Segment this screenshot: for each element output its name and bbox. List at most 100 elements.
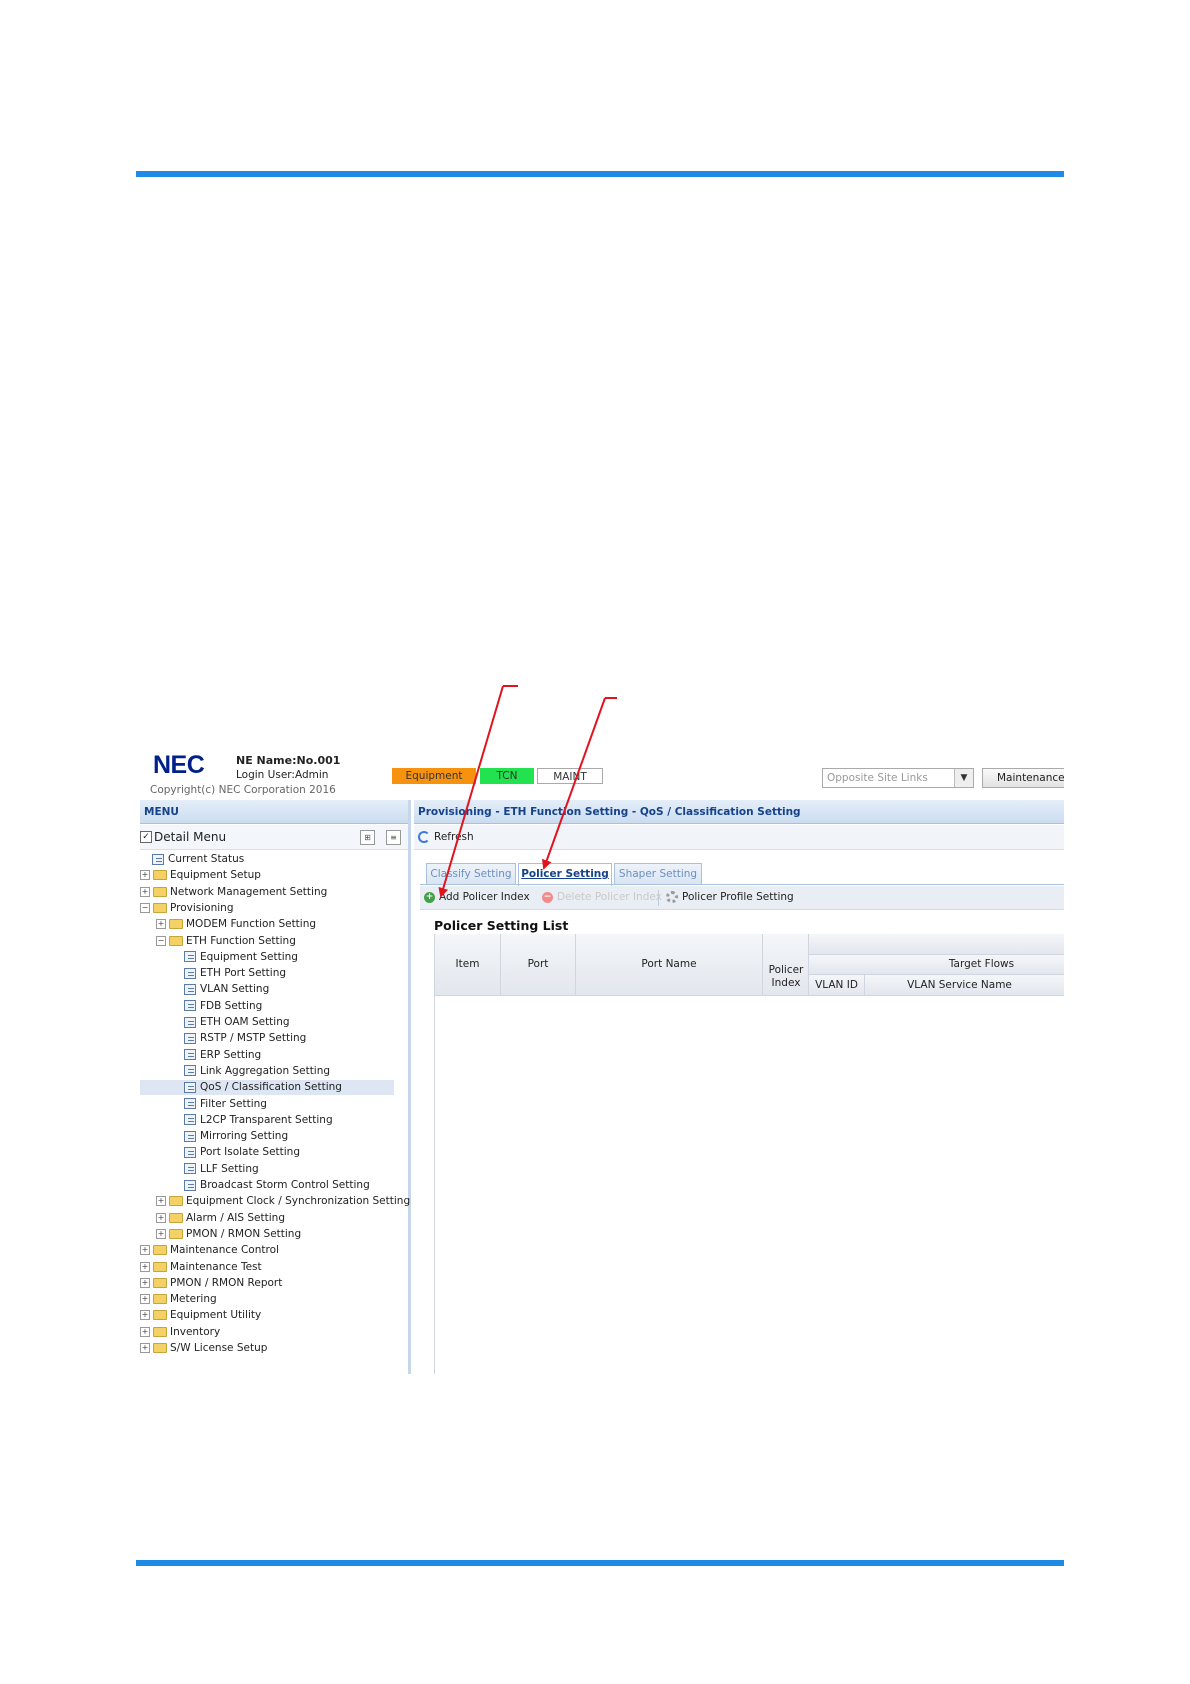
menu-item-label: Current Status <box>168 853 245 865</box>
page-icon <box>184 1098 196 1109</box>
column-target-flows-label: Target Flows <box>948 958 1015 970</box>
menu-item[interactable]: + Network Management Setting <box>140 885 327 900</box>
collapse-all-icon[interactable]: ≡ <box>386 830 401 845</box>
collapse-icon[interactable]: − <box>156 935 166 946</box>
expand-icon[interactable]: + <box>140 1310 150 1321</box>
menu-item[interactable]: ETH Port Setting <box>172 966 286 981</box>
chevron-down-icon[interactable]: ▼ <box>954 769 973 787</box>
folder-icon <box>153 1245 167 1256</box>
column-port-name[interactable]: Port Name <box>576 934 763 996</box>
menu-item[interactable]: Port Isolate Setting <box>172 1145 300 1160</box>
content-panel: Provisioning - ETH Function Setting - Qo… <box>414 800 1064 1374</box>
tab-bar: Classify Setting Policer Setting Shaper … <box>414 850 1064 886</box>
menu-item[interactable]: ETH OAM Setting <box>172 1015 290 1030</box>
menu-item[interactable]: + Maintenance Control <box>140 1243 279 1258</box>
column-vlan-service-name[interactable]: VLAN Service Name <box>865 975 1064 996</box>
folder-icon <box>169 935 183 946</box>
menu-item[interactable]: L2CP Transparent Setting <box>172 1113 333 1128</box>
menu-item[interactable]: Filter Setting <box>172 1097 267 1112</box>
policer-profile-setting-button[interactable]: Policer Profile Setting <box>666 891 794 903</box>
menu-item-label: Mirroring Setting <box>200 1130 289 1143</box>
policer-setting-list-title: Policer Setting List <box>434 918 569 933</box>
folder-icon <box>153 1343 167 1353</box>
menu-item[interactable]: LLF Setting <box>172 1162 259 1177</box>
policer-toolbar: + Add Policer Index − Delete Policer Index… <box>420 886 1064 910</box>
menu-item[interactable]: Link Aggregation Setting <box>172 1064 330 1079</box>
menu-item[interactable]: FDB Setting <box>172 999 262 1014</box>
menu-item-label: ERP Setting <box>200 1048 262 1061</box>
copyright: Copyright(c) NEC Corporation 2016 <box>150 784 336 796</box>
menu-item[interactable]: + Equipment Setup <box>140 868 261 883</box>
column-policer-index[interactable]: Policer Index <box>763 934 809 996</box>
expand-icon[interactable]: + <box>140 1294 150 1305</box>
menu-item[interactable]: VLAN Setting <box>172 982 269 997</box>
refresh-button[interactable]: Refresh <box>434 831 474 843</box>
expand-icon[interactable]: + <box>140 1326 150 1337</box>
app-header: NEC NE Name:No.001 Login User:Admin Copy… <box>140 748 1064 798</box>
status-tcn[interactable]: TCN <box>480 768 534 784</box>
menu-item[interactable]: + S/W License Setup <box>140 1341 267 1356</box>
menu-panel: MENU ✓ Detail Menu ⊞ ≡ Current Status + Eq… <box>140 800 411 1374</box>
menu-item[interactable]: RSTP / MSTP Setting <box>172 1031 306 1046</box>
collapse-icon[interactable]: − <box>140 902 150 913</box>
menu-item-label: VLAN Setting <box>200 983 270 996</box>
tab-policer-setting[interactable]: Policer Setting <box>518 863 612 886</box>
menu-item[interactable]: + Alarm / AIS Setting <box>156 1211 285 1226</box>
opposite-site-links-select[interactable]: Opposite Site Links ▼ <box>822 768 974 788</box>
refresh-icon[interactable] <box>418 831 430 843</box>
expand-icon[interactable]: + <box>140 1343 150 1353</box>
menu-item[interactable]: − Provisioning <box>140 901 234 916</box>
add-policer-index-button[interactable]: + Add Policer Index <box>424 891 530 903</box>
menu-item[interactable]: ERP Setting <box>172 1048 261 1063</box>
menu-item-label: PMON / RMON Report <box>170 1276 283 1289</box>
column-port[interactable]: Port <box>501 934 576 996</box>
menu-item[interactable]: − ETH Function Setting <box>156 934 296 949</box>
detail-menu-checkbox[interactable]: ✓ <box>140 831 152 843</box>
menu-item-label: QoS / Classification Setting <box>200 1081 342 1094</box>
folder-icon <box>153 1294 167 1305</box>
expand-icon[interactable]: + <box>156 1228 166 1239</box>
column-target-flows: Target Flows <box>809 955 1064 975</box>
status-equipment[interactable]: Equipment <box>392 768 476 784</box>
menu-item[interactable]: + Equipment Clock / Synchronization Setti… <box>156 1194 410 1209</box>
menu-item[interactable]: + Maintenance Test <box>140 1260 262 1275</box>
menu-item[interactable]: + MODEM Function Setting <box>156 917 316 932</box>
menu-item-label: S/W License Setup <box>170 1342 268 1354</box>
login-user: Login User:Admin <box>236 769 329 781</box>
tab-shaper-setting[interactable]: Shaper Setting <box>614 863 702 885</box>
menu-item[interactable]: + Metering <box>140 1292 217 1307</box>
column-port-label: Port <box>527 958 549 970</box>
menu-item[interactable]: Current Status <box>140 852 244 867</box>
tab-divider <box>420 884 1064 885</box>
menu-item[interactable]: + PMON / RMON Setting <box>156 1227 301 1242</box>
menu-item[interactable]: Broadcast Storm Control Setting <box>172 1178 370 1193</box>
menu-item[interactable]: QoS / Classification Setting <box>140 1080 394 1096</box>
expand-icon[interactable]: + <box>140 886 150 897</box>
expand-icon[interactable]: + <box>140 1277 150 1288</box>
delete-policer-index-button[interactable]: − Delete Policer Index <box>542 891 662 903</box>
expand-icon[interactable]: + <box>156 1196 166 1207</box>
expand-icon[interactable]: + <box>156 1212 166 1223</box>
menu-item[interactable]: Mirroring Setting <box>172 1129 288 1144</box>
status-maint[interactable]: MAINT <box>537 768 603 784</box>
expand-icon[interactable]: + <box>140 1261 150 1272</box>
expand-icon[interactable]: + <box>156 919 166 930</box>
expand-all-icon[interactable]: ⊞ <box>360 830 375 845</box>
menu-item-label: Broadcast Storm Control Setting <box>200 1179 370 1191</box>
menu-item[interactable]: + PMON / RMON Report <box>140 1276 282 1291</box>
folder-icon <box>169 919 183 930</box>
menu-item[interactable]: + Inventory <box>140 1325 220 1340</box>
column-item[interactable]: Item <box>435 934 501 996</box>
column-vlan-id[interactable]: VLAN ID <box>809 975 865 996</box>
menu-item-label: RSTP / MSTP Setting <box>200 1032 307 1045</box>
column-policer-index-label: Policer Index <box>768 964 804 989</box>
menu-item[interactable]: + Equipment Utility <box>140 1308 261 1323</box>
folder-icon <box>153 1326 167 1337</box>
menu-item-label: Inventory <box>170 1325 221 1338</box>
expand-icon[interactable]: + <box>140 1245 150 1256</box>
expand-icon[interactable]: + <box>140 870 150 881</box>
menu-item[interactable]: Equipment Setting <box>172 950 298 965</box>
maintenance-button[interactable]: Maintenance <box>982 768 1064 788</box>
folder-icon <box>153 902 167 913</box>
tab-classify-setting[interactable]: Classify Setting <box>426 863 516 885</box>
